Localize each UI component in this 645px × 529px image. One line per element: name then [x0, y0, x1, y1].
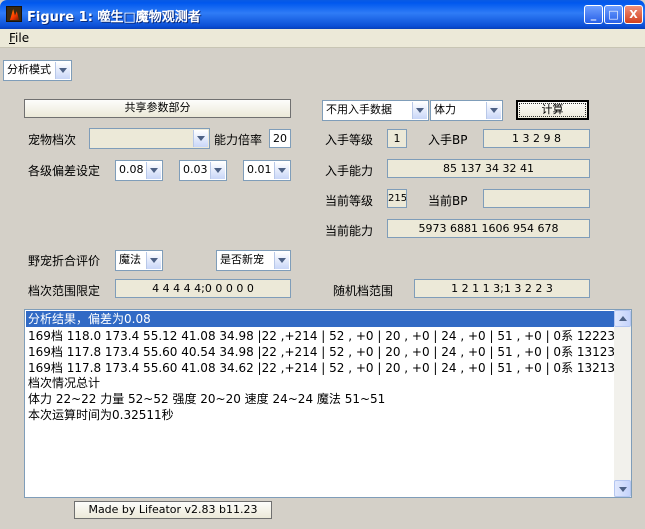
pet-tier-label: 宠物档次	[28, 133, 77, 147]
pet-tier-select[interactable]	[89, 128, 210, 149]
results-list[interactable]: 分析结果，偏差为0.08 169档 118.0 173.4 55.12 41.0…	[24, 309, 632, 498]
list-item[interactable]: 档次情况总计	[26, 375, 616, 391]
scroll-up-icon[interactable]	[614, 310, 631, 327]
acquire-level-label: 入手等级	[325, 133, 374, 147]
chevron-down-icon	[274, 162, 289, 179]
acquire-mode-value: 不用入手数据	[326, 103, 392, 116]
acquire-bp-input[interactable]: 1 3 2 9 8	[483, 129, 590, 148]
menu-bar: File	[0, 29, 645, 48]
deviation-value-2: 0.03	[183, 163, 208, 176]
current-level-input[interactable]: 215	[387, 189, 407, 208]
list-item[interactable]: 169档 118.0 173.4 55.12 41.08 34.98 |22 ,…	[26, 328, 631, 344]
deviation-label: 各级偏差设定	[28, 164, 101, 178]
deviation-value-3: 0.01	[247, 163, 272, 176]
current-bp-input[interactable]	[483, 189, 590, 208]
credit-button[interactable]: Made by Lifeator v2.83 b11.23	[74, 501, 272, 519]
chevron-down-icon	[274, 252, 289, 269]
acquire-bp-label: 入手BP	[428, 133, 468, 147]
calculate-button[interactable]: 计算	[516, 100, 589, 120]
window-title: Figure 1: 噬生□魔物观测者	[27, 10, 201, 25]
title-bar[interactable]: Figure 1: 噬生□魔物观测者 _ □ X	[0, 0, 645, 29]
random-range-label: 随机档范围	[333, 284, 394, 298]
new-pet-value: 是否新宠	[220, 253, 264, 266]
close-button[interactable]: X	[624, 5, 643, 24]
chevron-down-icon	[412, 102, 427, 119]
ability-rate-label: 能力倍率	[214, 133, 263, 147]
chevron-down-icon	[146, 162, 161, 179]
wild-pet-value: 魔法	[119, 253, 141, 266]
wild-pet-select[interactable]: 魔法	[115, 250, 163, 271]
tier-range-label: 档次范围限定	[28, 284, 101, 298]
current-ability-label: 当前能力	[325, 224, 374, 238]
random-range-input[interactable]: 1 2 1 1 3;1 3 2 2 3	[414, 279, 590, 298]
list-item[interactable]: 169档 117.8 173.4 55.60 40.54 34.98 |22 ,…	[26, 344, 631, 360]
deviation-select-3[interactable]: 0.01	[243, 160, 291, 181]
app-window: Figure 1: 噬生□魔物观测者 _ □ X File 分析模式 共享参数部…	[0, 0, 645, 529]
acquire-ability-input[interactable]: 85 137 34 32 41	[387, 159, 590, 178]
deviation-select-2[interactable]: 0.03	[179, 160, 227, 181]
current-level-label: 当前等级	[325, 194, 374, 208]
chevron-down-icon	[210, 162, 225, 179]
list-item[interactable]: 本次运算时间为0.32511秒	[26, 407, 616, 423]
matlab-icon	[6, 6, 22, 22]
deviation-value-1: 0.08	[119, 163, 144, 176]
vertical-scrollbar[interactable]	[614, 310, 631, 497]
chevron-down-icon	[146, 252, 161, 269]
mode-select-value: 分析模式	[7, 63, 51, 76]
maximize-button[interactable]: □	[604, 5, 623, 24]
new-pet-select[interactable]: 是否新宠	[216, 250, 291, 271]
ability-rate-input[interactable]: 20	[269, 129, 291, 148]
stat-select[interactable]: 体力	[430, 100, 503, 121]
tier-range-input[interactable]: 4 4 4 4 4;0 0 0 0 0	[115, 279, 291, 298]
chevron-down-icon	[486, 102, 501, 119]
current-ability-input[interactable]: 5973 6881 1606 954 678	[387, 219, 590, 238]
acquire-level-input[interactable]: 1	[387, 129, 407, 148]
list-item[interactable]: 169档 117.8 173.4 55.60 41.08 34.62 |22 ,…	[26, 360, 631, 376]
chevron-down-icon	[193, 130, 208, 147]
list-item[interactable]: 体力 22~22 力量 52~52 强度 20~20 速度 24~24 魔法 5…	[26, 391, 616, 407]
menu-file-label: ile	[15, 31, 30, 45]
acquire-mode-select[interactable]: 不用入手数据	[322, 100, 429, 121]
menu-file[interactable]: File	[9, 31, 29, 45]
scroll-down-icon[interactable]	[614, 480, 631, 497]
mode-select[interactable]: 分析模式	[3, 60, 72, 81]
list-item[interactable]: 分析结果，偏差为0.08	[26, 311, 616, 327]
shared-params-button[interactable]: 共享参数部分	[24, 99, 291, 118]
stat-value: 体力	[434, 103, 456, 116]
acquire-ability-label: 入手能力	[325, 164, 374, 178]
minimize-button[interactable]: _	[584, 5, 603, 24]
wild-pet-label: 野宠折合评价	[28, 254, 101, 268]
deviation-select-1[interactable]: 0.08	[115, 160, 163, 181]
chevron-down-icon	[55, 62, 70, 79]
current-bp-label: 当前BP	[428, 194, 468, 208]
